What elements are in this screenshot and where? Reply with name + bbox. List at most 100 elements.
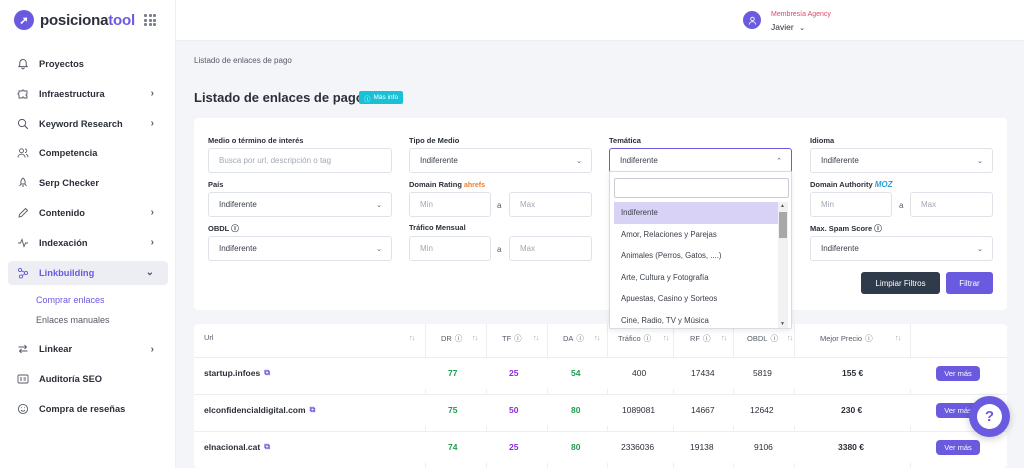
dropdown-scrollbar[interactable]: ▲ ▼ [778, 202, 788, 328]
external-link-icon[interactable]: ⧉ [310, 405, 316, 415]
moz-logo: MOZ [874, 180, 893, 189]
row-rf: 14667 [691, 405, 715, 415]
sort-icon[interactable]: ↑↓ [895, 333, 901, 342]
column-header-mejor-precio[interactable]: Mejor Precio ⓘ [820, 333, 873, 344]
search-icon [16, 117, 30, 131]
dropdown-option[interactable]: Apuestas, Casino y Sorteos [614, 288, 778, 310]
sort-icon[interactable]: ↑↓ [472, 333, 478, 342]
puzzle-icon [16, 87, 30, 101]
column-header-rf[interactable]: RF ⓘ [690, 333, 711, 344]
range-separator: a [497, 245, 502, 254]
column-header-dr[interactable]: DR ⓘ [441, 333, 462, 344]
ver-mas-button[interactable]: Ver más [936, 366, 980, 381]
users-icon [16, 146, 30, 160]
clear-filters-button[interactable]: Limpiar Filtros [861, 272, 940, 294]
external-link-icon[interactable]: ⧉ [264, 368, 270, 378]
sort-icon[interactable]: ↑↓ [721, 333, 727, 342]
dr-max-input[interactable]: Max [509, 192, 592, 217]
spam-score-select[interactable]: Indiferente ⌄ [810, 236, 993, 261]
column-header-url[interactable]: Url [204, 333, 214, 342]
sidebar-item-serp-checker[interactable]: Serp Checker [8, 171, 168, 195]
dropdown-option[interactable]: Arte, Cultura y Fotografía [614, 267, 778, 289]
pencil-icon [16, 206, 30, 220]
sidebar-item-infraestructura[interactable]: Infraestructura › [8, 82, 168, 106]
sort-icon[interactable]: ↑↓ [533, 333, 539, 342]
sidebar-subitem-enlaces-manuales[interactable]: Enlaces manuales [8, 310, 168, 330]
sort-icon[interactable]: ↑↓ [663, 333, 669, 342]
sidebar-subitem-comprar-enlaces[interactable]: Comprar enlaces [8, 290, 168, 310]
trafico-min-input[interactable]: Min [409, 236, 491, 261]
row-url[interactable]: elnacional.cat ⧉ [204, 442, 270, 452]
info-icon: ⓘ [703, 334, 711, 343]
pais-label: País [208, 180, 224, 189]
row-rf: 17434 [691, 368, 715, 378]
scrollbar-thumb[interactable] [779, 212, 787, 238]
sidebar-item-label: Auditoría SEO [39, 374, 103, 385]
more-info-badge[interactable]: ⓘ Más info [359, 91, 404, 104]
column-header-tf[interactable]: TF ⓘ [502, 333, 522, 344]
sidebar-item-contenido[interactable]: Contenido › [8, 201, 168, 225]
row-da: 80 [571, 442, 581, 452]
domain-authority-label: Domain Authority MOZ [810, 180, 893, 189]
dropdown-option[interactable]: Cine, Radio, TV y Música [614, 310, 778, 332]
sidebar-item-linkear[interactable]: Linkear › [8, 337, 168, 361]
info-icon: ⓘ [576, 334, 584, 343]
trafico-label: Tráfico Mensual [409, 223, 466, 232]
ver-mas-button[interactable]: Ver más [936, 440, 980, 455]
sidebar-item-keyword-research[interactable]: Keyword Research › [8, 112, 168, 136]
external-link-icon[interactable]: ⧉ [264, 442, 270, 452]
sidebar-item-compra-resenas[interactable]: Compra de reseñas [8, 397, 168, 421]
row-price: 155 € [842, 368, 864, 378]
tematica-select[interactable]: Indiferente ⌃ [609, 148, 792, 173]
row-price: 230 € [841, 405, 863, 415]
row-url[interactable]: startup.infoes ⧉ [204, 368, 270, 378]
tematica-options-list: Indiferente Amor, Relaciones y Parejas A… [614, 202, 778, 331]
column-header-da[interactable]: DA ⓘ [563, 333, 584, 344]
help-button[interactable]: ? [969, 396, 1010, 437]
dropdown-option[interactable]: Indiferente [614, 202, 778, 224]
user-avatar-icon[interactable] [743, 11, 761, 29]
row-dr: 77 [448, 368, 458, 378]
sidebar: ➚ posicionatool Proyectos Infraestructur… [0, 0, 176, 468]
scroll-down-arrow-icon[interactable]: ▼ [780, 321, 785, 327]
chevron-right-icon: › [150, 88, 154, 100]
row-trafico: 2336036 [621, 442, 655, 452]
bell-icon [16, 57, 30, 71]
info-icon: ⓘ [514, 334, 522, 343]
column-header-obdl[interactable]: OBDL ⓘ [747, 333, 778, 344]
trafico-max-input[interactable]: Max [509, 236, 592, 261]
idioma-select[interactable]: Indiferente ⌄ [810, 148, 993, 173]
column-header-trafico[interactable]: Tráfico ⓘ [618, 333, 651, 344]
medio-search-input[interactable]: Busca por url, descripción o tag [208, 148, 392, 173]
tematica-search-input[interactable] [614, 178, 789, 198]
scroll-up-arrow-icon[interactable]: ▲ [780, 203, 785, 209]
obdl-select[interactable]: Indiferente ⌄ [208, 236, 392, 261]
dropdown-option[interactable]: Amor, Relaciones y Parejas [614, 224, 778, 246]
da-max-input[interactable]: Max [910, 192, 993, 217]
sidebar-item-competencia[interactable]: Competencia [8, 141, 168, 165]
da-min-input[interactable]: Min [810, 192, 892, 217]
apps-grid-icon[interactable] [144, 14, 156, 26]
sidebar-item-auditoria-seo[interactable]: Auditoría SEO [8, 367, 168, 391]
filter-button[interactable]: Filtrar [946, 272, 993, 294]
sidebar-item-linkbuilding[interactable]: Linkbuilding ⌄ [8, 260, 168, 285]
sort-icon[interactable]: ↑↓ [594, 333, 600, 342]
sidebar-item-proyectos[interactable]: Proyectos [8, 52, 168, 76]
sidebar-item-label: Infraestructura [39, 88, 105, 99]
chevron-right-icon: › [150, 343, 154, 355]
sidebar-item-indexacion[interactable]: Indexación › [8, 231, 168, 255]
user-menu[interactable]: Javier ⌄ [771, 22, 805, 32]
row-tf: 50 [509, 405, 519, 415]
tipo-medio-select[interactable]: Indiferente ⌄ [409, 148, 592, 173]
sidebar-item-label: Linkear [39, 344, 73, 355]
pulse-icon [16, 236, 30, 250]
sort-icon[interactable]: ↑↓ [409, 333, 415, 342]
pais-select[interactable]: Indiferente ⌄ [208, 192, 392, 217]
dr-min-input[interactable]: Min [409, 192, 491, 217]
row-url[interactable]: elconfidencialdigital.com ⧉ [204, 405, 315, 415]
dropdown-option[interactable]: Animales (Perros, Gatos, ....) [614, 245, 778, 267]
chevron-down-icon: ⌄ [977, 245, 983, 253]
brand-logo[interactable]: ➚ posicionatool [14, 10, 135, 30]
sort-icon[interactable]: ↑↓ [787, 333, 793, 342]
range-separator: a [497, 201, 502, 210]
